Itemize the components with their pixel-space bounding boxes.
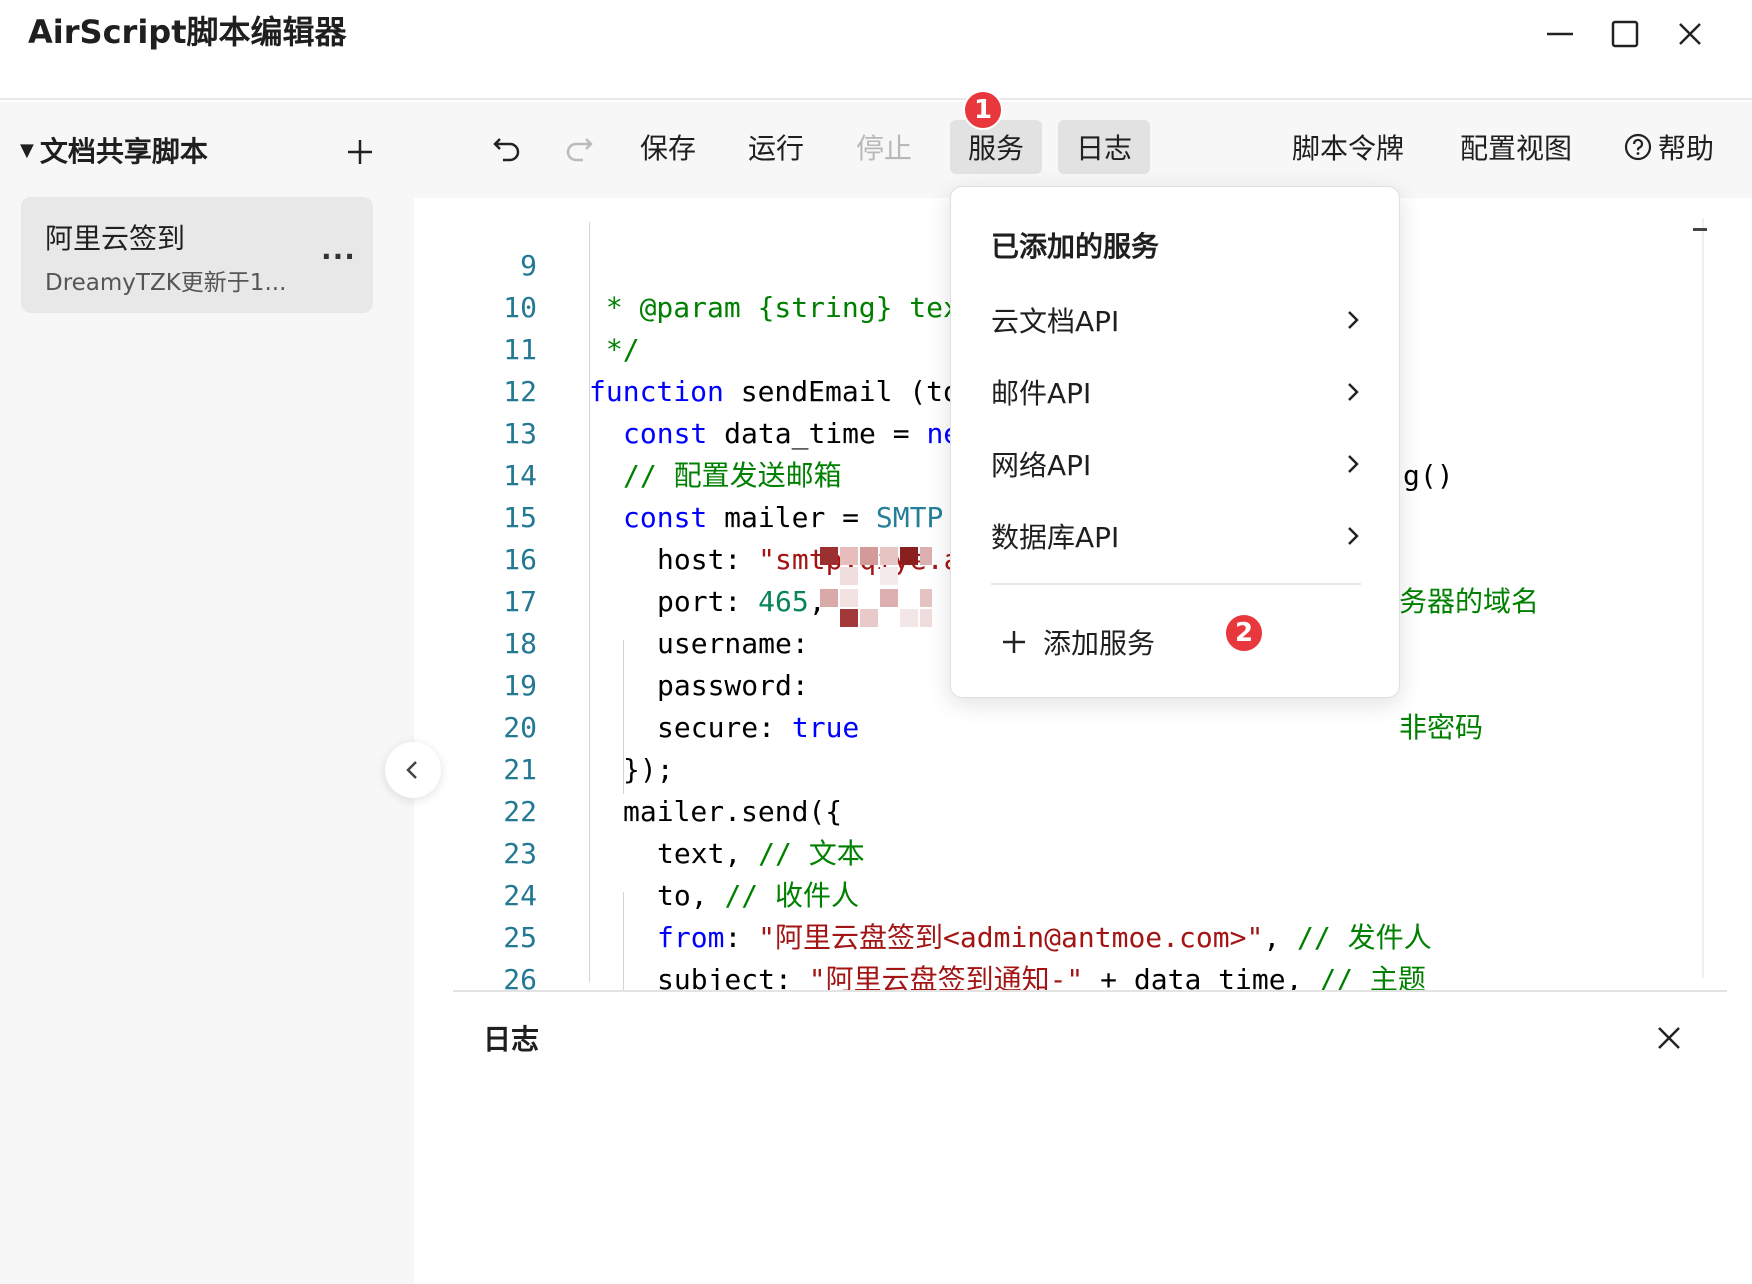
script-meta: DreamyTZK更新于1... <box>45 270 287 296</box>
script-name: 阿里云签到 <box>45 222 186 255</box>
plus-icon <box>1003 631 1025 653</box>
code-line: 26 }) <box>453 917 1727 990</box>
script-item[interactable]: 阿里云签到 DreamyTZK更新于1... ... <box>21 197 373 313</box>
chevron-right-icon <box>1348 383 1359 401</box>
code-line: 24 from: "阿里云盘签到<admin@antmoe.com>", // … <box>453 833 1727 954</box>
redacted-credentials <box>820 547 932 635</box>
view-config-button[interactable]: 配置视图 <box>1444 120 1588 174</box>
menu-item-network-api[interactable]: 网络API <box>991 435 1363 493</box>
undo-icon <box>493 138 520 162</box>
redo-icon <box>566 138 593 162</box>
menu-item-label: 云文档API <box>991 305 1120 338</box>
menu-item-label: 数据库API <box>991 521 1120 554</box>
stop-button[interactable]: 停止 <box>844 120 924 174</box>
close-icon <box>1679 23 1701 45</box>
caret-down-icon: ▼ <box>20 139 34 161</box>
toolbar: 保存 运行 停止 服务 日志 脚本令牌 配置视图 帮助 <box>414 102 1752 198</box>
code-line: 22 text, // 文本 <box>453 749 1727 870</box>
sidebar: ▼ 文档共享脚本 阿里云签到 DreamyTZK更新于1... ... <box>0 102 414 1284</box>
annotation-badge: 2 <box>1224 613 1264 653</box>
add-script-button[interactable] <box>340 132 380 172</box>
code-line: 23 to, // 收件人 <box>453 791 1727 912</box>
menu-item-mail-api[interactable]: 邮件API <box>991 363 1363 421</box>
minimize-button[interactable] <box>1540 14 1580 54</box>
title-bar: AirScript脚本编辑器 <box>0 0 1752 100</box>
log-panel: 日志 <box>453 990 1727 1284</box>
maximize-icon <box>1611 20 1639 48</box>
help-label: 帮助 <box>1657 132 1714 165</box>
menu-item-database-api[interactable]: 数据库API <box>991 507 1363 565</box>
service-button[interactable]: 服务 <box>950 120 1042 174</box>
sidebar-section-header[interactable]: ▼ 文档共享脚本 <box>20 130 380 170</box>
sidebar-section-title: 文档共享脚本 <box>39 135 208 168</box>
menu-item-label: 网络API <box>991 449 1092 482</box>
collapse-sidebar-button[interactable] <box>385 742 441 798</box>
code-line: 25 subject: "阿里云盘签到通知-" + data_time, // … <box>453 875 1727 990</box>
menu-divider <box>991 583 1361 585</box>
chevron-right-icon <box>1348 455 1359 473</box>
services-dropdown: 已添加的服务 云文档API 邮件API 网络API 数据库API 添加服务 <box>950 186 1400 698</box>
menu-item-cloud-doc-api[interactable]: 云文档API <box>991 291 1363 349</box>
help-icon <box>1624 133 1652 161</box>
save-button[interactable]: 保存 <box>628 120 708 174</box>
help-button[interactable]: 帮助 <box>1608 120 1730 174</box>
script-token-button[interactable]: 脚本令牌 <box>1276 120 1420 174</box>
dropdown-title: 已添加的服务 <box>991 230 1160 263</box>
menu-item-label: 邮件API <box>991 377 1092 410</box>
log-button[interactable]: 日志 <box>1058 120 1150 174</box>
code-line: 21 mailer.send({ <box>453 707 1727 828</box>
add-service-button[interactable]: 添加服务 <box>1001 613 1155 671</box>
more-options-button[interactable]: ... <box>321 233 356 266</box>
annotation-badge: 1 <box>963 90 1003 130</box>
add-service-label: 添加服务 <box>1043 627 1156 660</box>
chevron-right-icon <box>1348 311 1359 329</box>
chevron-right-icon <box>1348 527 1359 545</box>
chevron-left-icon <box>406 761 417 779</box>
redo-button[interactable] <box>556 120 602 174</box>
log-panel-title: 日志 <box>483 1023 540 1056</box>
code-line: 27 } <box>453 959 1727 990</box>
plus-icon <box>348 140 372 164</box>
close-log-button[interactable] <box>1649 1018 1689 1058</box>
close-window-button[interactable] <box>1670 14 1710 54</box>
undo-button[interactable] <box>484 120 530 174</box>
minimize-icon <box>1547 32 1573 36</box>
close-icon <box>1658 1027 1680 1049</box>
maximize-button[interactable] <box>1605 14 1645 54</box>
app-title: AirScript脚本编辑器 <box>28 13 347 51</box>
run-button[interactable]: 运行 <box>736 120 816 174</box>
